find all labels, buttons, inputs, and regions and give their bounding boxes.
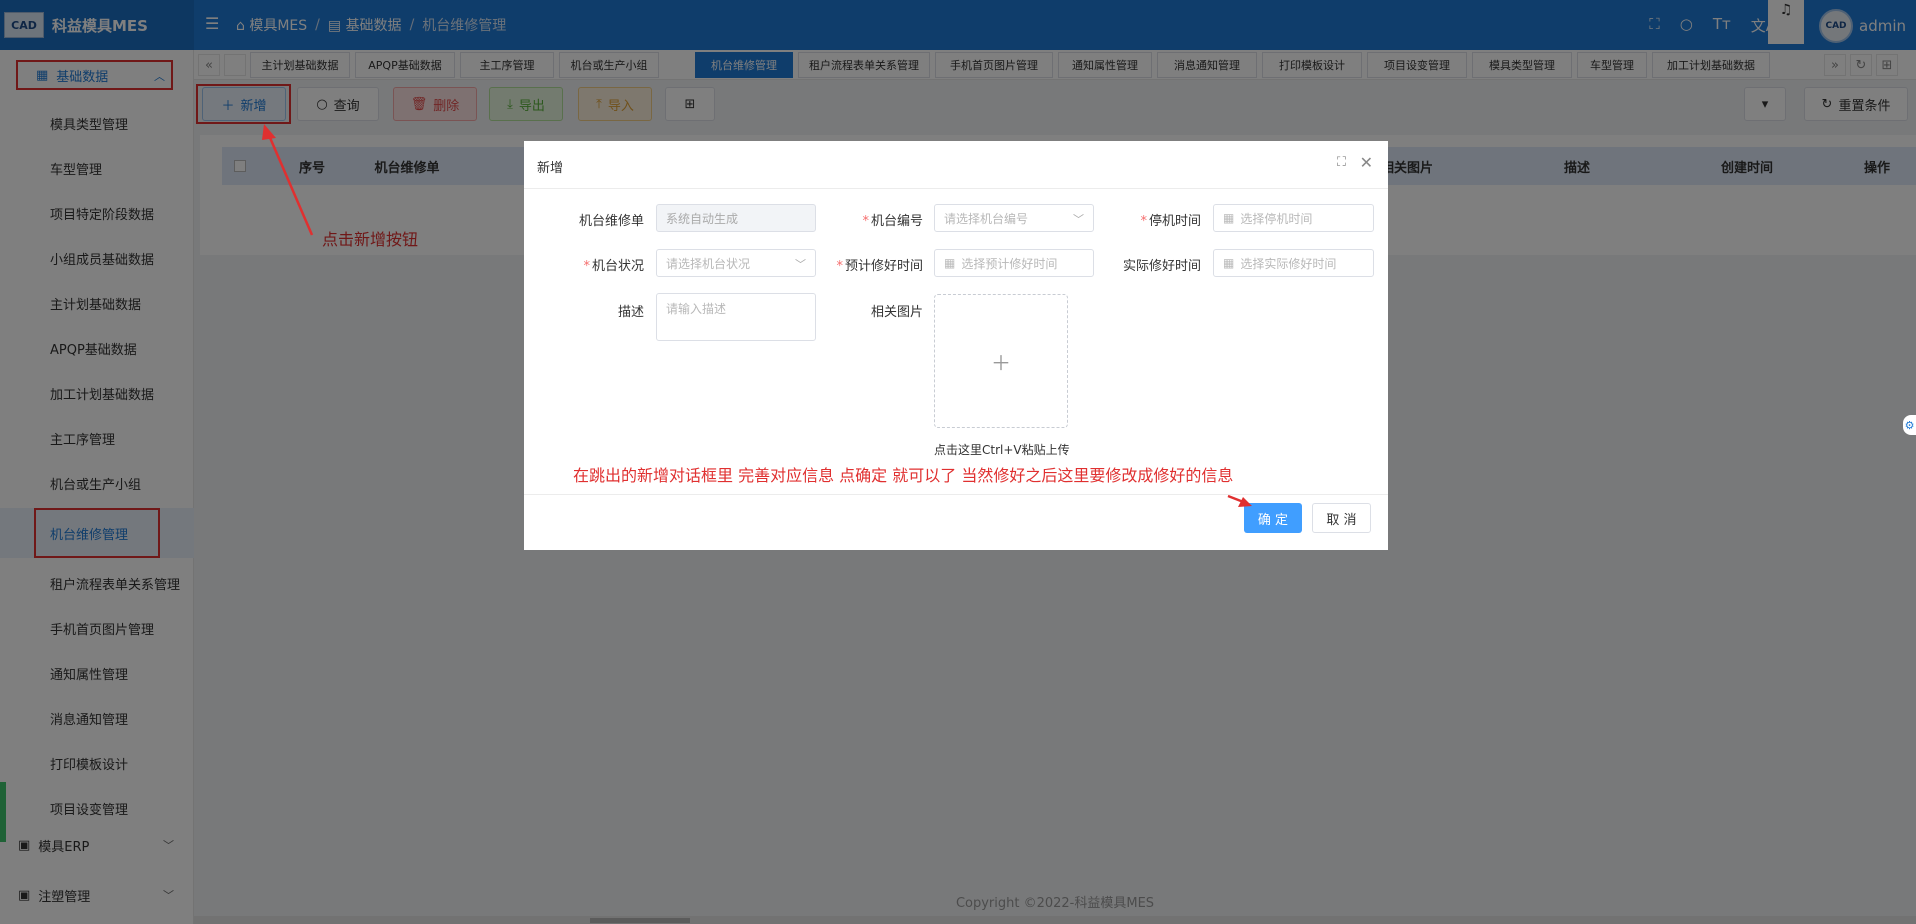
settings-icon[interactable]: ⚙ [1903,415,1916,435]
description-label: 描述 [617,305,644,320]
actual-time-picker[interactable]: ▦ 选择实际修好时间 [1213,249,1374,277]
repair-order-label: 机台维修单 [578,214,644,229]
calendar-icon: ▦ [1223,211,1235,225]
plus-icon: ＋ [991,350,1011,375]
repair-order-input: 系统自动生成 [656,204,816,232]
cancel-button[interactable]: 取 消 [1312,503,1371,533]
stop-time-picker[interactable]: ▦ 选择停机时间 [1213,204,1374,232]
calendar-icon: ▦ [1223,256,1235,270]
maximize-icon[interactable]: ⛶ [1337,155,1346,170]
actual-time-label: 实际修好时间 [1122,259,1201,274]
expected-time-picker[interactable]: ▦ 选择预计修好时间 [934,249,1094,277]
machine-no-select[interactable]: 请选择机台编号 ﹀ [934,204,1094,232]
expected-time-label: * 预计修好时间 [836,259,923,274]
annotation-modal-hint: 在跳出的新增对话框里 完善对应信息 点确定 就可以了 当然修好之后这里要修改成修… [573,466,1234,485]
dialog-header: 新增 ⛶ ✕ [524,141,1388,189]
description-textarea[interactable]: 请输入描述 [656,293,816,341]
stop-time-label: * 停机时间 [1140,214,1201,229]
machine-status-label: * 机台状况 [583,259,644,274]
upload-hint: 点击这里Ctrl+V粘贴上传 [934,443,1070,457]
machine-status-select[interactable]: 请选择机台状况 ﹀ [656,249,816,277]
dialog-footer-divider [524,494,1388,495]
image-label: 相关图片 [870,305,923,320]
close-icon[interactable]: ✕ [1360,153,1373,172]
confirm-button[interactable]: 确 定 [1244,503,1302,533]
dialog-title: 新增 [537,161,564,176]
machine-no-label: * 机台编号 [862,214,923,229]
image-upload[interactable]: ＋ [934,294,1068,428]
chevron-down-icon: ﹀ [795,258,806,271]
chevron-down-icon: ﹀ [1073,213,1084,226]
calendar-icon: ▦ [944,256,956,270]
